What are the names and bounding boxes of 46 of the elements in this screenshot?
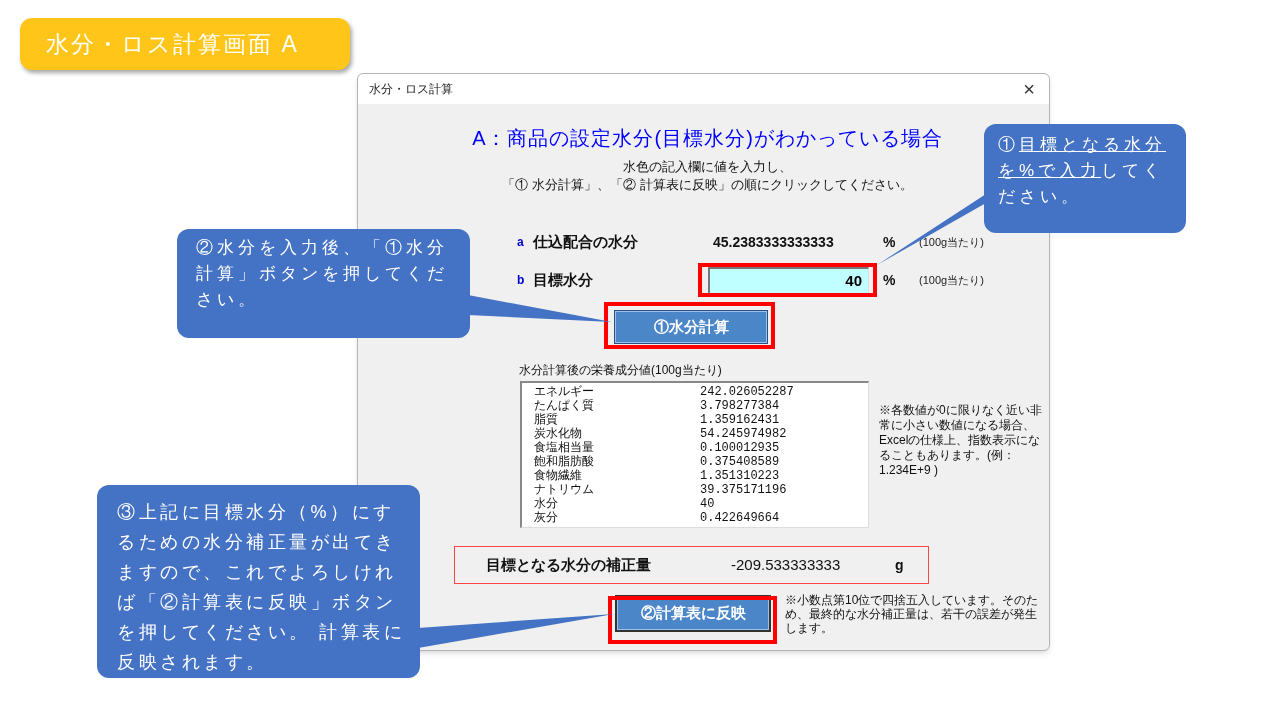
note-text: ※小数点第10位で四捨五入しています。そのため、最終的な水分補正量は、若干の誤差が発生します。 [785,593,1040,635]
nutrient-name: 食塩相当量 [533,441,595,455]
note-text: ※各数値が0に限りなく近い非常に小さい数値になる場合、Excelの仕様上、指数表示になることもあります。(例：1.234E+9 ) [879,403,1043,478]
nutrient-name: 炭水化物 [533,427,583,441]
nutrient-value: 242.026052287 [699,385,792,399]
nutrient-name: 灰分 [533,511,559,525]
close-button[interactable]: × [1019,79,1039,99]
callout-text: ③上記に目標水分（%）にするための水分補正量が出てきますので、これでよろしければ「②計算表に反映」ボタンを押してください。 計算表に反映されます。 [97,485,420,678]
callout-text: ① 目標となる水分を%で入力 してください。 [984,124,1186,233]
unit-note: (100g当たり) [919,272,984,288]
callout-text: ②水分を入力後、「①水分計算」ボタンを押してください。 [177,229,470,338]
instruction-text: 「① 水分計算」、「② 計算表に反映」の順にクリックしてください。 [502,176,913,194]
nutrient-value: 0.100012935 [699,441,781,455]
nutrient-value: 0.422649664 [699,511,781,525]
window-title: 水分・ロス計算 [369,81,453,98]
nutrient-name: たんぱく質 [533,399,595,413]
nutrient-value: 3.798277384 [699,399,781,413]
target-moisture-input[interactable]: 40 [708,266,869,294]
nutrient-value: 0.375408589 [699,455,781,469]
nutrient-name: 脂質 [533,413,559,427]
instruction-text: 水色の記入欄に値を入力し、 [623,158,792,176]
correction-label: 目標となる水分の補正量 [486,554,652,575]
unit-label: % [883,232,897,252]
field-label: 目標水分 [533,269,594,290]
nutrient-value: 39.375171196 [699,483,788,497]
nutrient-value: 1.359162431 [699,413,781,427]
unit-note: (100g当たり) [919,234,984,250]
unit-label: % [883,270,897,290]
nutrient-name: エネルギー [533,385,595,399]
nutrient-name: 水分 [533,497,559,511]
field-letter: a [517,234,525,251]
nutrient-value: 40 [699,497,716,511]
field-value: 45.2383333333333 [712,232,835,252]
slide-title: 水分・ロス計算画面 A [20,18,350,70]
nutrient-value: 1.351310223 [699,469,781,483]
correction-value: -209.533333333 [731,554,842,575]
list-label: 水分計算後の栄養成分値(100g当たり) [519,362,723,378]
dialog-heading: A：商品の設定水分(目標水分)がわかっている場合 [472,126,943,151]
field-label: 仕込配合の水分 [533,231,639,252]
field-letter: b [517,272,526,289]
unit-label: g [895,555,904,575]
nutrient-name: 飽和脂肪酸 [533,455,595,469]
nutrient-name: 食物繊維 [533,469,583,483]
nutrient-value: 54.245974982 [699,427,788,441]
nutrient-name: ナトリウム [533,483,595,497]
calculate-button[interactable]: ①水分計算 [614,310,768,344]
